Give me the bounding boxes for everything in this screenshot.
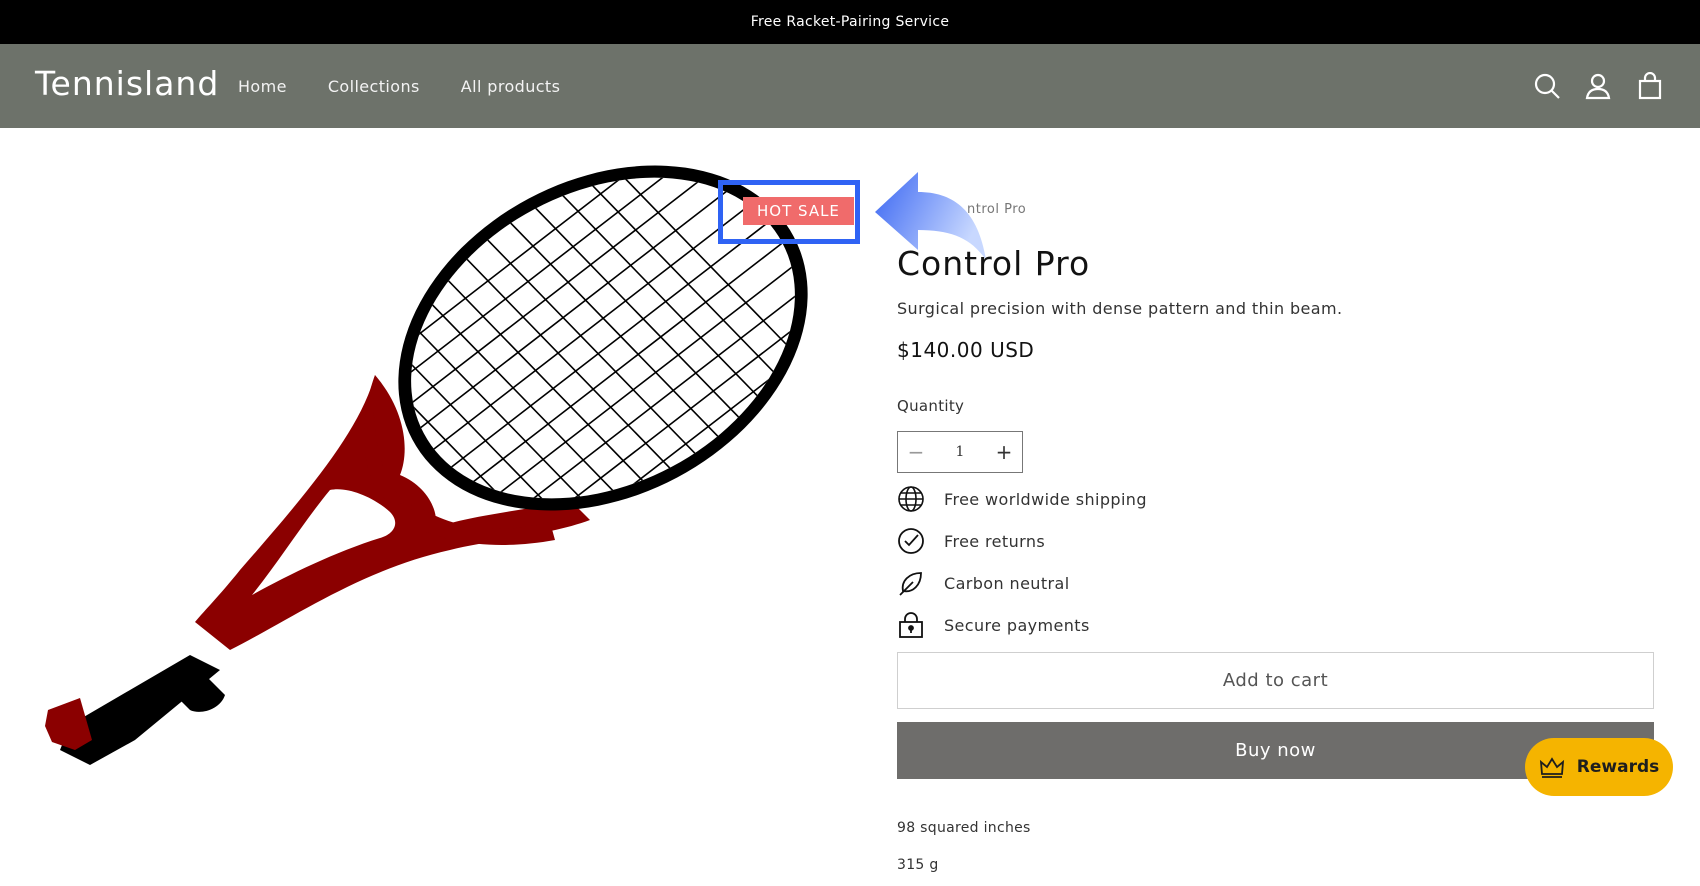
product-vendor: ntrol Pro [967, 202, 1027, 217]
product-price: $140.00 USD [897, 338, 1035, 362]
quantity-increase-button[interactable]: + [986, 432, 1022, 472]
feature-label: Secure payments [944, 615, 1090, 635]
feature-payments: Secure payments [897, 610, 1090, 640]
quantity-input[interactable]: 1 [934, 444, 986, 460]
feature-shipping: Free worldwide shipping [897, 484, 1147, 514]
hot-sale-highlight: HOT SALE [718, 180, 860, 244]
feature-carbon: Carbon neutral [897, 568, 1070, 598]
search-icon[interactable] [1533, 72, 1561, 100]
lock-icon [897, 611, 925, 639]
leaf-icon [897, 569, 925, 597]
rewards-button[interactable]: Rewards [1525, 738, 1673, 796]
quantity-label: Quantity [897, 397, 965, 415]
feature-returns: Free returns [897, 526, 1045, 556]
cart-icon[interactable] [1636, 72, 1664, 100]
nav-home[interactable]: Home [238, 77, 287, 96]
announcement-text: Free Racket-Pairing Service [750, 14, 950, 30]
hot-sale-badge: HOT SALE [743, 197, 854, 225]
site-header: Tennisland Home Collections All products [0, 44, 1700, 128]
quantity-stepper: − 1 + [897, 431, 1023, 473]
check-circle-icon [897, 527, 925, 555]
feature-label: Carbon neutral [944, 573, 1070, 593]
rewards-label: Rewards [1576, 757, 1660, 777]
feature-label: Free worldwide shipping [944, 489, 1147, 509]
account-icon[interactable] [1584, 72, 1612, 100]
product-title: Control Pro [897, 244, 1091, 283]
store-logo[interactable]: Tennisland [35, 64, 219, 103]
add-to-cart-button[interactable]: Add to cart [897, 652, 1654, 709]
crown-icon [1539, 757, 1564, 778]
feature-label: Free returns [944, 531, 1046, 551]
spec-weight: 315 g [897, 857, 939, 873]
nav-collections[interactable]: Collections [328, 77, 420, 96]
tennis-racket-image [45, 150, 851, 765]
product-description: Surgical precision with dense pattern an… [897, 299, 1343, 318]
product-image[interactable] [30, 150, 870, 830]
globe-icon [897, 485, 925, 513]
quantity-decrease-button[interactable]: − [898, 432, 934, 472]
nav-all-products[interactable]: All products [461, 77, 561, 96]
spec-head-size: 98 squared inches [897, 820, 1031, 836]
announcement-bar: Free Racket-Pairing Service [0, 0, 1700, 44]
main-nav: Home Collections All products [238, 44, 560, 128]
